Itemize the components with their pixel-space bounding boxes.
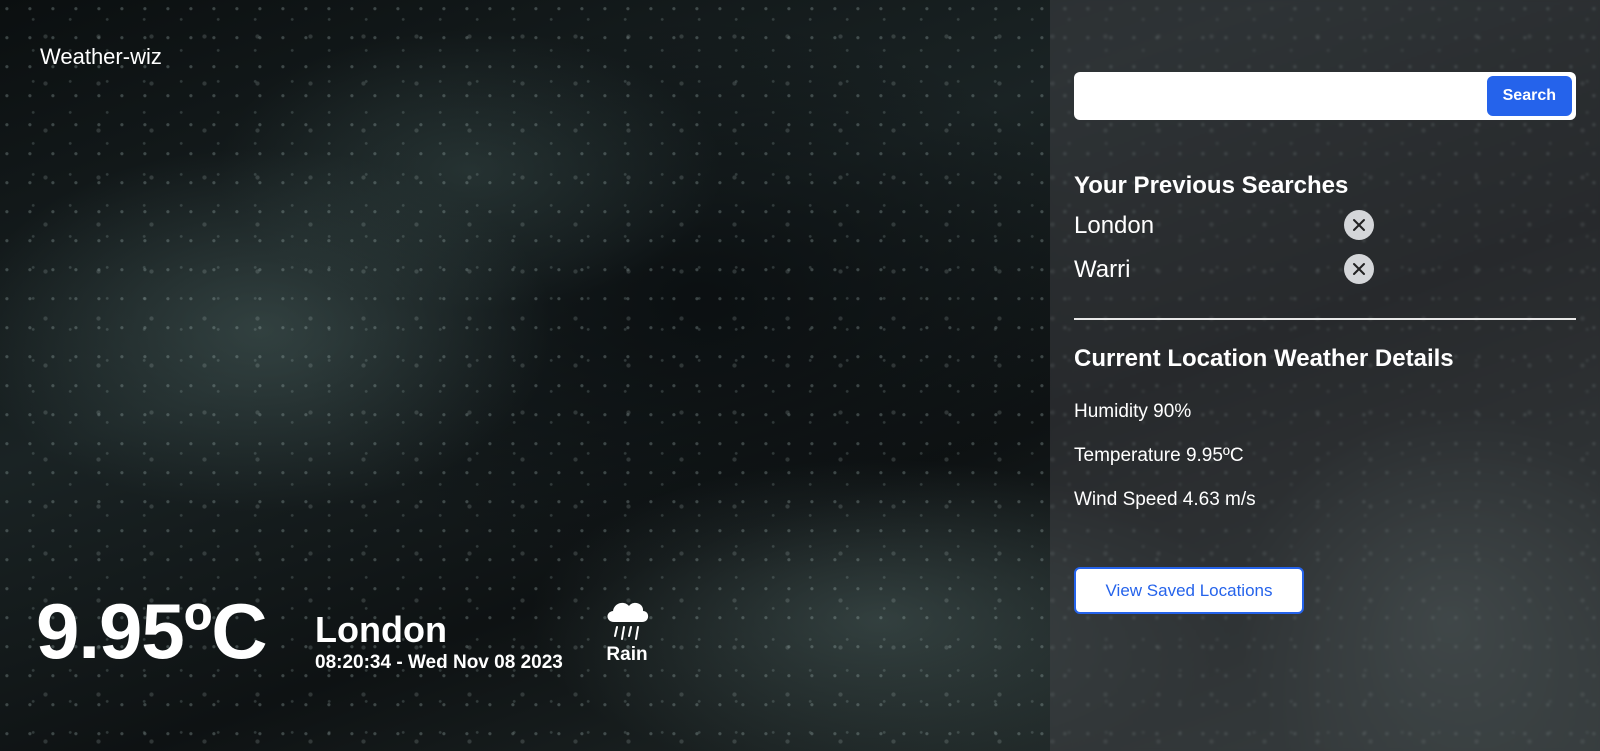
previous-search-label[interactable]: Warri: [1074, 256, 1130, 284]
app-root: Weather-wiz 9.95ºC London 08:20:34 - Wed…: [0, 0, 1600, 751]
search-bar: Search: [1074, 72, 1576, 120]
view-saved-locations-button[interactable]: View Saved Locations: [1074, 567, 1304, 614]
condition-block: Rain: [600, 596, 654, 666]
condition-label: Rain: [606, 644, 648, 665]
remove-search-button[interactable]: [1344, 210, 1374, 240]
previous-search-item[interactable]: London: [1074, 206, 1374, 250]
close-icon: [1353, 219, 1365, 231]
previous-search-label[interactable]: London: [1074, 212, 1154, 240]
wind-speed-detail: Wind Speed 4.63 m/s: [1074, 489, 1256, 510]
current-location-block: London 08:20:34 - Wed Nov 08 2023: [315, 610, 563, 674]
app-title: Weather-wiz: [40, 44, 162, 69]
current-datetime: 08:20:34 - Wed Nov 08 2023: [315, 651, 563, 673]
weather-details-heading: Current Location Weather Details: [1074, 345, 1454, 372]
previous-searches-heading: Your Previous Searches: [1074, 172, 1349, 199]
previous-searches-list: London Warri: [1074, 206, 1374, 294]
search-button[interactable]: Search: [1486, 76, 1572, 116]
humidity-detail: Humidity 90%: [1074, 401, 1192, 422]
current-city: London: [315, 609, 447, 650]
close-icon: [1353, 263, 1365, 275]
remove-search-button[interactable]: [1344, 254, 1374, 284]
rain-cloud-icon: [600, 596, 654, 642]
temperature-detail: Temperature 9.95ºC: [1074, 445, 1244, 466]
previous-search-item[interactable]: Warri: [1074, 250, 1374, 294]
section-divider: [1074, 318, 1576, 320]
current-temperature: 9.95ºC: [36, 587, 268, 675]
